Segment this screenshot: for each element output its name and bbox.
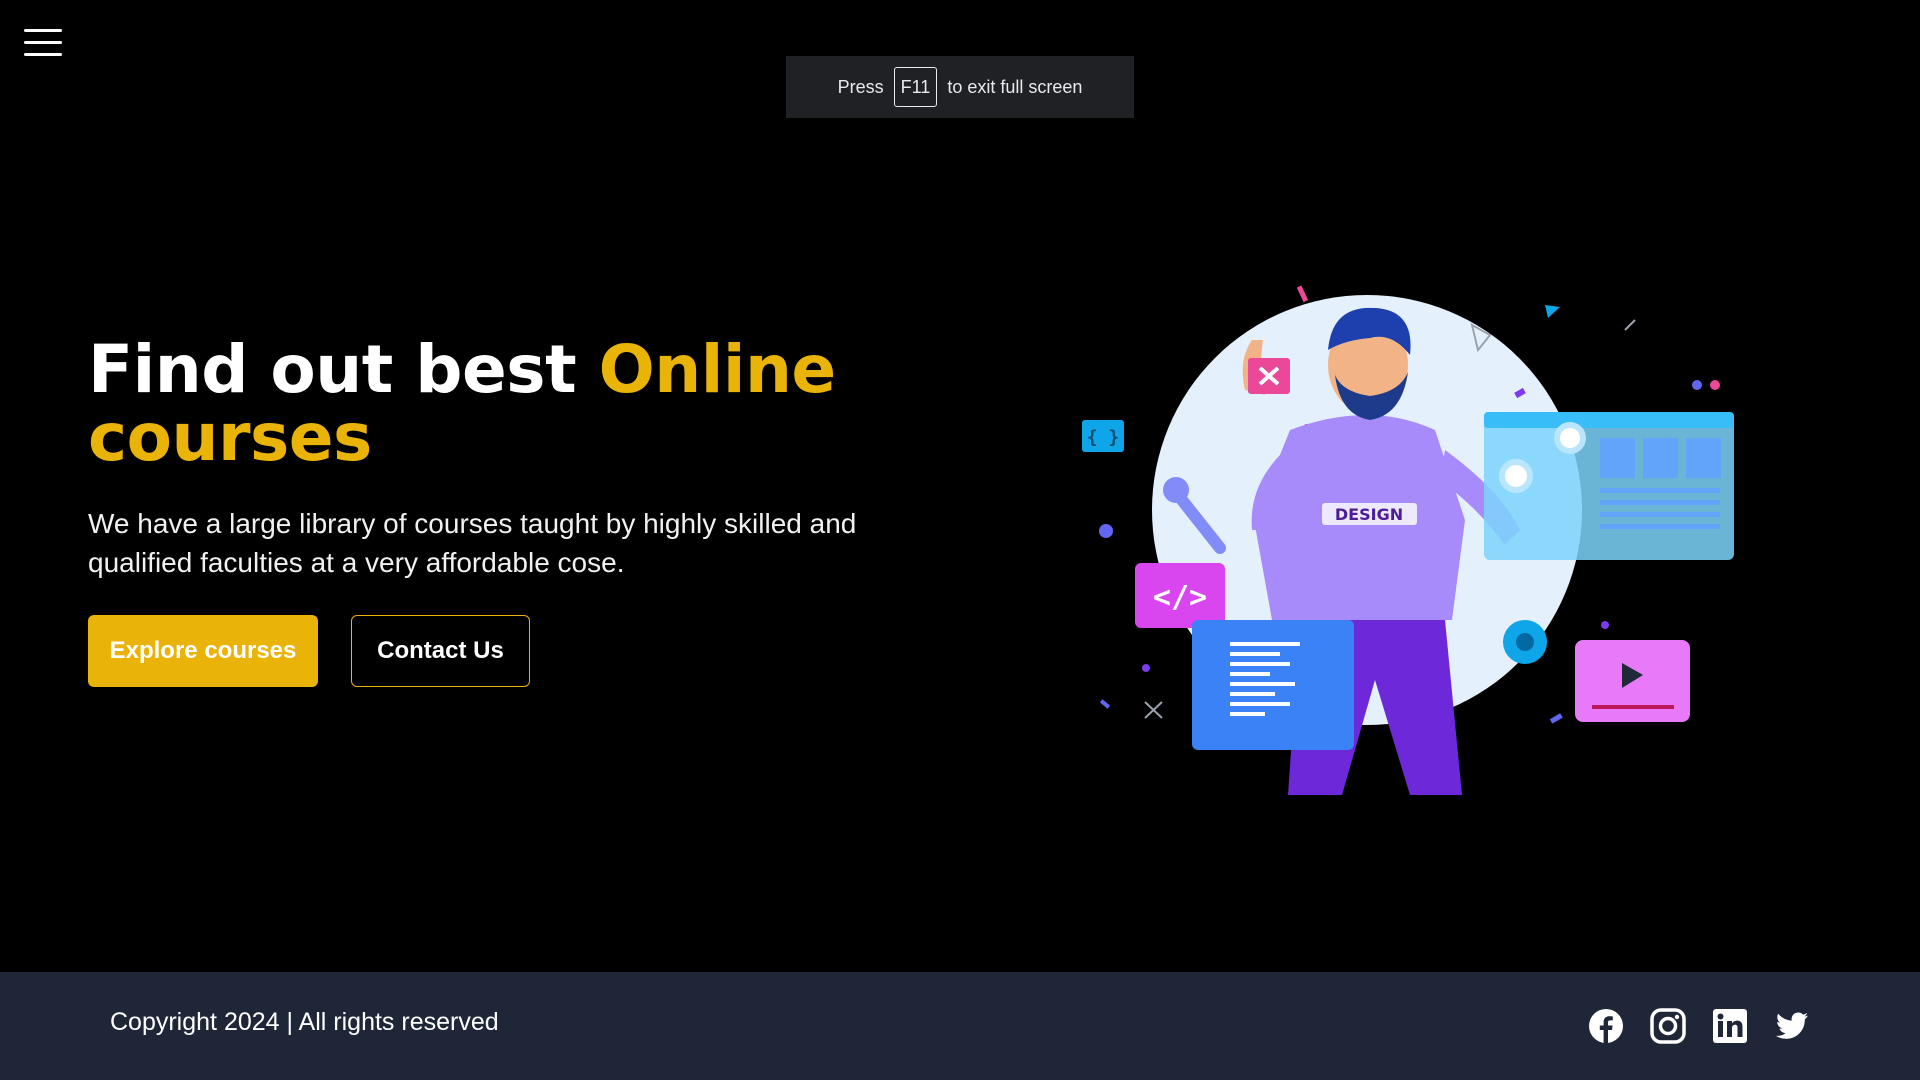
svg-text:{ }: { } — [1087, 427, 1120, 448]
twitter-icon[interactable] — [1774, 1008, 1810, 1044]
instagram-icon[interactable] — [1650, 1008, 1686, 1044]
hero-description: We have a large library of courses taugh… — [88, 508, 857, 578]
hero-title-plain: Find out best — [88, 331, 577, 408]
explore-courses-button[interactable]: Explore courses — [88, 615, 318, 687]
hero-title: Find out best Online courses — [88, 336, 948, 472]
hero-illustration: { } DESIGN </> — [1082, 285, 1734, 795]
hero-title-accent: Online — [598, 331, 837, 408]
social-links — [1588, 1008, 1810, 1044]
footer: Copyright 2024 | All rights reserved — [0, 972, 1920, 1080]
facebook-icon[interactable] — [1588, 1008, 1624, 1044]
copyright-text: Copyright 2024 | All rights reserved — [110, 1008, 499, 1036]
linkedin-icon[interactable] — [1712, 1008, 1748, 1044]
design-badge-label: DESIGN — [1335, 505, 1403, 524]
fullscreen-notice-prefix: Press — [837, 76, 884, 97]
fullscreen-notice-suffix: to exit full screen — [947, 76, 1083, 97]
contact-us-button[interactable]: Contact Us — [351, 615, 530, 687]
hamburger-menu-icon[interactable] — [24, 29, 62, 59]
hero-title-accent-2: courses — [88, 399, 372, 476]
svg-text:</>: </> — [1153, 580, 1207, 615]
f11-key: F11 — [893, 67, 938, 107]
fullscreen-notice: Press F11 to exit full screen — [786, 56, 1134, 118]
